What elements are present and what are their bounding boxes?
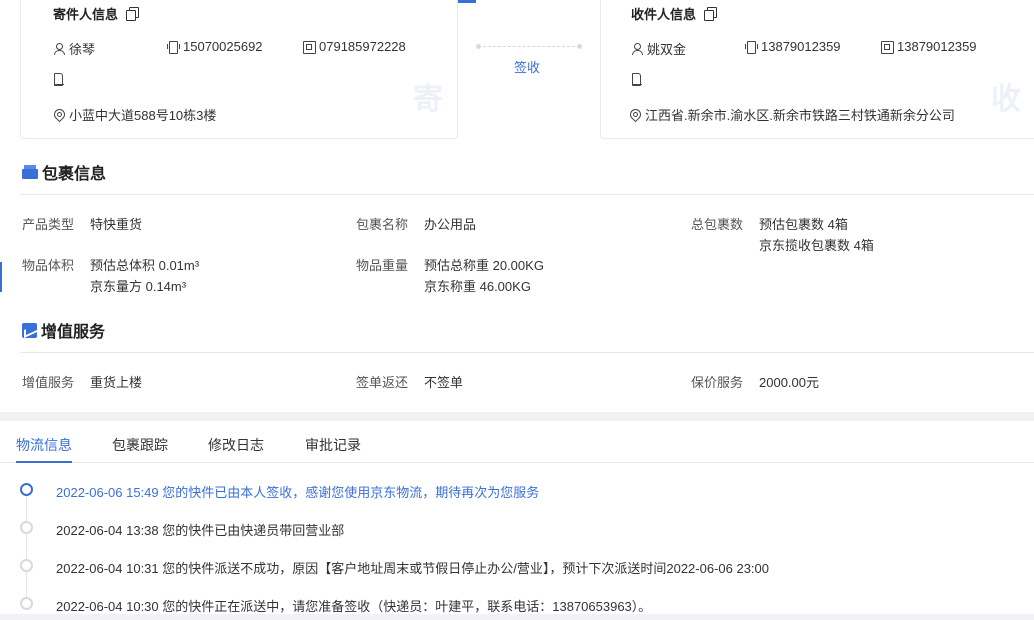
timeline-dot-active — [20, 483, 33, 496]
receiver-watermark: 收 — [991, 83, 1021, 116]
sender-card: 寄件人信息 徐琴 15070025692 079185972228 小蓝中大道5… — [20, 0, 458, 139]
timeline-line — [26, 497, 27, 609]
copy-icon[interactable] — [704, 7, 718, 21]
route-connector — [476, 44, 582, 49]
receiver-name: 姚双金 — [631, 39, 686, 58]
timeline-dot — [20, 521, 33, 534]
field-weight: 物品重量 预估总称重 20.00KG 京东称重 46.00KG — [356, 258, 544, 294]
mobile-icon — [745, 40, 758, 54]
timeline-item: 2022-06-04 13:38 您的快件已由快递员带回营业部 — [56, 523, 345, 538]
sender-extra — [53, 73, 69, 86]
phone-icon — [303, 40, 316, 54]
location-icon — [629, 109, 640, 121]
trend-chart-icon — [22, 322, 37, 338]
timeline-item: 2022-06-04 10:30 您的快件正在派送中，请您准备签收（快递员：叶建… — [56, 599, 652, 614]
document-icon — [631, 73, 642, 86]
tab-approval-records[interactable]: 审批记录 — [305, 435, 361, 455]
field-value-added-service: 增值服务 重货上楼 — [22, 375, 143, 390]
package-section-title: 包裹信息 — [22, 160, 106, 184]
field-total-packages: 总包裹数 预估包裹数 4箱 京东揽收包裹数 4箱 — [691, 217, 874, 253]
sender-title: 寄件人信息 — [53, 4, 140, 23]
receiver-phone: 13879012359 — [881, 39, 977, 54]
tab-package-tracking[interactable]: 包裹跟踪 — [112, 435, 168, 455]
phone-icon — [881, 40, 894, 54]
field-insurance: 保价服务 2000.00元 — [691, 375, 819, 390]
sign-status-link[interactable]: 签收 — [514, 57, 540, 76]
sender-phone: 079185972228 — [303, 39, 406, 54]
tab-logistics[interactable]: 物流信息 — [16, 435, 72, 455]
value-added-divider — [20, 352, 1034, 353]
timeline-dot — [20, 597, 33, 610]
sender-mobile: 15070025692 — [167, 39, 263, 54]
person-icon — [631, 42, 643, 55]
receiver-address: 江西省.新余市.渝水区.新余市铁路三村铁通新余分公司 — [629, 105, 955, 124]
tab-change-log[interactable]: 修改日志 — [208, 435, 264, 455]
timeline-item: 2022-06-04 10:31 您的快件派送不成功，原因【客户地址周末或节假日… — [56, 561, 770, 576]
package-icon — [22, 165, 38, 179]
active-tab-underline — [16, 461, 72, 463]
side-marker — [0, 262, 2, 292]
bottom-band — [0, 614, 1034, 620]
receiver-extra — [631, 73, 647, 86]
logistics-tabs: 物流信息 包裹跟踪 修改日志 审批记录 — [0, 421, 1034, 463]
field-package-name: 包裹名称 办公用品 — [356, 217, 477, 232]
value-added-section-title: 增值服务 — [22, 318, 105, 342]
person-icon — [53, 42, 65, 55]
sender-address: 小蓝中大道588号10栋3楼 — [53, 105, 216, 124]
field-receipt-return: 签单返还 不签单 — [356, 375, 464, 390]
receiver-mobile: 13879012359 — [745, 39, 841, 54]
location-icon — [53, 109, 64, 121]
receiver-card: 收件人信息 姚双金 13879012359 13879012359 江西省.新余… — [600, 0, 1034, 139]
field-volume: 物品体积 预估总体积 0.01m³ 京东量方 0.14m³ — [22, 258, 200, 294]
field-product-type: 产品类型 特快重货 — [22, 217, 143, 232]
sender-watermark: 寄 — [413, 83, 443, 116]
package-divider — [20, 194, 1034, 195]
sender-name: 徐琴 — [53, 39, 95, 58]
copy-icon[interactable] — [126, 7, 140, 21]
timeline-dot — [20, 559, 33, 572]
section-separator — [0, 412, 1034, 421]
mobile-icon — [167, 40, 180, 54]
receiver-title: 收件人信息 — [631, 4, 718, 23]
document-icon — [53, 73, 64, 86]
timeline-item: 2022-06-06 15:49 您的快件已由本人签收，感谢您使用京东物流，期待… — [56, 485, 540, 500]
